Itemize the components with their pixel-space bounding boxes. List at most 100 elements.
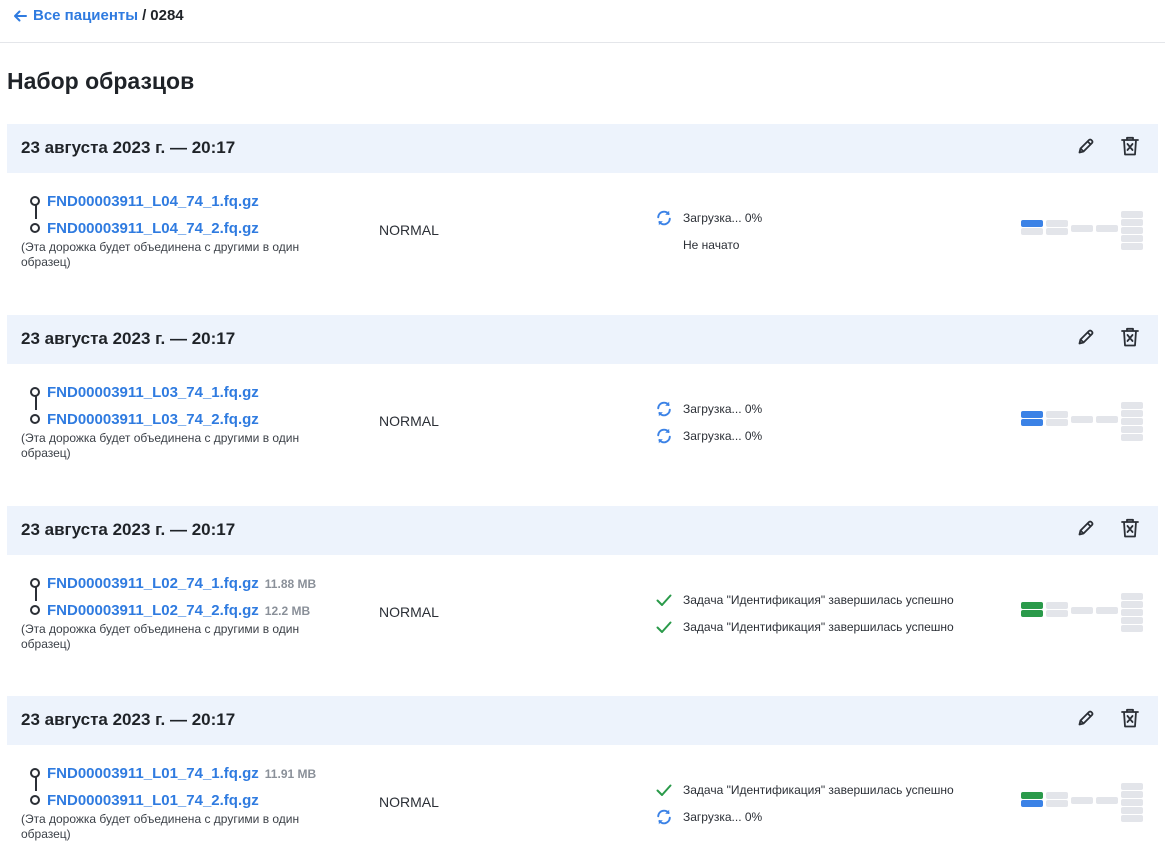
- sync-icon: [654, 208, 674, 228]
- delete-button[interactable]: [1118, 518, 1142, 542]
- trash-icon: [1120, 326, 1140, 353]
- status-text: Не начато: [683, 237, 740, 252]
- pipeline-step: [1121, 625, 1143, 632]
- pipeline-step: [1046, 800, 1068, 807]
- pipeline-step: [1046, 602, 1068, 609]
- pipeline-step: [1096, 607, 1118, 614]
- file-row: FND00003911_L04_74_1.fq.gz: [21, 188, 361, 219]
- edit-button[interactable]: [1074, 708, 1098, 732]
- file-list: FND00003911_L03_74_1.fq.gz FND00003911_L0…: [21, 379, 361, 460]
- file-link[interactable]: FND00003911_L01_74_2.fq.gz: [47, 792, 259, 809]
- card-header: 23 августа 2023 г. — 20:17: [7, 124, 1158, 173]
- card-header: 23 августа 2023 г. — 20:17: [7, 506, 1158, 555]
- status-row: Задача "Идентификация" завершилась успеш…: [654, 586, 954, 613]
- pipeline-step: [1021, 228, 1043, 235]
- pipeline-step: [1096, 416, 1118, 423]
- pipeline-step: [1021, 602, 1043, 609]
- sync-icon: [654, 807, 674, 827]
- pipeline-step: [1121, 807, 1143, 814]
- pipeline-step: [1121, 235, 1143, 242]
- file-list: FND00003911_L01_74_1.fq.gz 11.91 MB FND000…: [21, 760, 361, 841]
- breadcrumb: Все пациенты / 0284: [13, 7, 184, 24]
- pipeline-step: [1071, 416, 1093, 423]
- pipeline-step: [1121, 593, 1143, 600]
- sample-type: NORMAL: [379, 413, 439, 429]
- pipeline-step: [1071, 797, 1093, 804]
- sample-card: 23 августа 2023 г. — 20:17 FND00003911_L0…: [7, 696, 1158, 856]
- file-size: 11.88 MB: [264, 576, 317, 591]
- status-row: Загрузка... 0%: [654, 803, 954, 830]
- pipeline-step: [1121, 617, 1143, 624]
- pipeline-indicator: [1021, 400, 1143, 441]
- card-header: 23 августа 2023 г. — 20:17: [7, 315, 1158, 364]
- pipeline-step: [1121, 799, 1143, 806]
- status-list: Задача "Идентификация" завершилась успеш…: [654, 586, 954, 640]
- sample-type: NORMAL: [379, 794, 439, 810]
- sync-icon: [654, 399, 674, 419]
- pipeline-step: [1121, 601, 1143, 608]
- file-link[interactable]: FND00003911_L01_74_1.fq.gz: [47, 765, 259, 782]
- card-header: 23 августа 2023 г. — 20:17: [7, 696, 1158, 745]
- status-list: Загрузка... 0% Не начато: [654, 204, 762, 258]
- status-list: Задача "Идентификация" завершилась успеш…: [654, 776, 954, 830]
- status-row: Загрузка... 0%: [654, 204, 762, 231]
- file-link[interactable]: FND00003911_L03_74_1.fq.gz: [47, 384, 259, 401]
- pipeline-step: [1071, 225, 1093, 232]
- file-link[interactable]: FND00003911_L04_74_2.fq.gz: [47, 220, 259, 237]
- edit-button[interactable]: [1074, 327, 1098, 351]
- pipeline-step: [1121, 791, 1143, 798]
- breadcrumb-current: 0284: [150, 7, 184, 24]
- pipeline-step: [1021, 419, 1043, 426]
- check-icon: [654, 590, 674, 610]
- status-row: Задача "Идентификация" завершилась успеш…: [654, 613, 954, 640]
- file-dot: [30, 223, 40, 233]
- status-text: Задача "Идентификация" завершилась успеш…: [683, 619, 954, 634]
- delete-button[interactable]: [1118, 327, 1142, 351]
- file-link[interactable]: FND00003911_L03_74_2.fq.gz: [47, 411, 259, 428]
- status-text: Задача "Идентификация" завершилась успеш…: [683, 782, 954, 797]
- file-list: FND00003911_L02_74_1.fq.gz 11.88 MB FND000…: [21, 570, 361, 651]
- pipeline-step: [1121, 418, 1143, 425]
- card-date: 23 августа 2023 г. — 20:17: [21, 138, 236, 157]
- merge-note: (Эта дорожка будет объединена с другими …: [21, 622, 300, 651]
- file-link[interactable]: FND00003911_L02_74_2.fq.gz: [47, 602, 259, 619]
- pipeline-step: [1121, 783, 1143, 790]
- pipeline-step: [1121, 426, 1143, 433]
- file-link[interactable]: FND00003911_L02_74_1.fq.gz: [47, 575, 259, 592]
- back-link[interactable]: Все пациенты: [13, 7, 138, 24]
- edit-button[interactable]: [1074, 136, 1098, 160]
- file-row: FND00003911_L02_74_2.fq.gz 12.2 MB: [21, 597, 361, 624]
- file-row: FND00003911_L04_74_2.fq.gz: [21, 215, 361, 242]
- pencil-icon: [1076, 136, 1096, 161]
- status-text: Загрузка... 0%: [683, 428, 763, 443]
- pipeline-step: [1046, 610, 1068, 617]
- file-row: FND00003911_L02_74_1.fq.gz 11.88 MB: [21, 570, 361, 601]
- pencil-icon: [1076, 708, 1096, 733]
- check-icon: [654, 617, 674, 637]
- status-text: Загрузка... 0%: [683, 210, 763, 225]
- check-icon: [654, 780, 674, 800]
- delete-button[interactable]: [1118, 136, 1142, 160]
- merge-note: (Эта дорожка будет объединена с другими …: [21, 812, 300, 841]
- file-row: FND00003911_L01_74_2.fq.gz: [21, 787, 361, 814]
- pipeline-step: [1046, 411, 1068, 418]
- edit-button[interactable]: [1074, 518, 1098, 542]
- pipeline-step: [1046, 220, 1068, 227]
- card-date: 23 августа 2023 г. — 20:17: [21, 710, 236, 729]
- file-link[interactable]: FND00003911_L04_74_1.fq.gz: [47, 193, 259, 210]
- file-size: 11.91 MB: [264, 766, 317, 781]
- pencil-icon: [1076, 327, 1096, 352]
- pipeline-step: [1121, 402, 1143, 409]
- merge-note: (Эта дорожка будет объединена с другими …: [21, 240, 300, 269]
- pipeline-step: [1121, 211, 1143, 218]
- top-bar: Все пациенты / 0284: [0, 0, 1165, 43]
- file-dot: [30, 605, 40, 615]
- pipeline-step: [1046, 228, 1068, 235]
- trash-icon: [1120, 135, 1140, 162]
- pipeline-step: [1121, 434, 1143, 441]
- pipeline-indicator: [1021, 781, 1143, 822]
- pipeline-step: [1021, 411, 1043, 418]
- status-text: Загрузка... 0%: [683, 401, 763, 416]
- delete-button[interactable]: [1118, 708, 1142, 732]
- sample-type: NORMAL: [379, 222, 439, 238]
